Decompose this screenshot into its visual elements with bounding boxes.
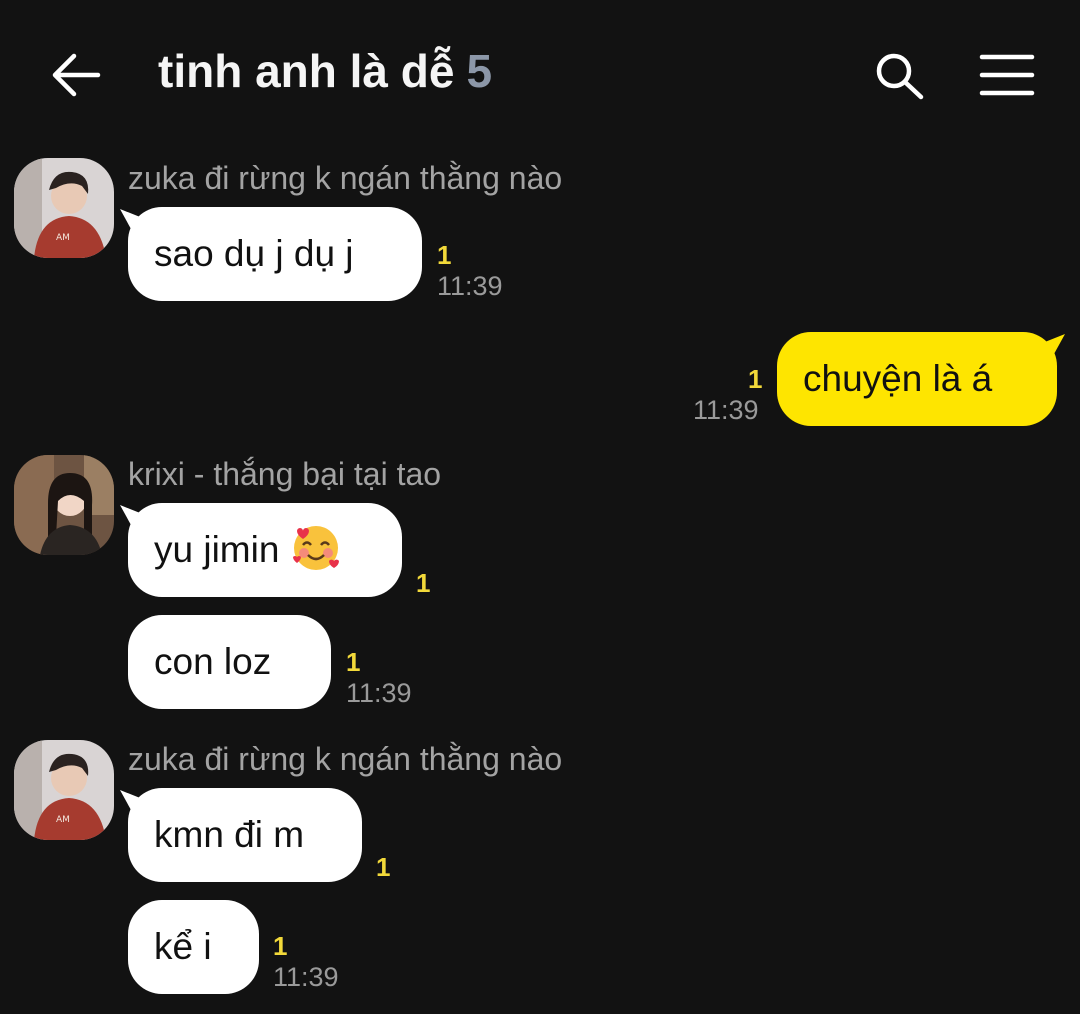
message-text: yu jimin xyxy=(154,529,280,570)
svg-text:AM: AM xyxy=(56,233,70,243)
message-text: kmn đi m xyxy=(154,814,305,855)
outgoing-message-bubble[interactable]: chuyện là á xyxy=(777,332,1057,426)
sender-name: krixi - thắng bại tại tao xyxy=(128,456,442,492)
message-bubble[interactable]: kể i xyxy=(128,900,259,994)
message-bubble[interactable]: con loz xyxy=(128,615,331,709)
chat-title: tinh anh là dễ 5 xyxy=(158,44,492,98)
message-text: sao dụ j dụ j xyxy=(154,233,354,274)
unread-count: 1 xyxy=(273,931,288,961)
sender-name: zuka đi rừng k ngán thằng nào xyxy=(128,160,563,196)
message-time: 11:39 xyxy=(437,271,503,301)
message-time: 11:39 xyxy=(273,962,339,992)
unread-count: 1 xyxy=(437,240,452,270)
message-bubble[interactable]: kmn đi m xyxy=(128,788,362,882)
message-time: 11:39 xyxy=(346,678,412,708)
unread-count: 1 xyxy=(748,364,763,394)
unread-count: 1 xyxy=(346,647,361,677)
message-time: 11:39 xyxy=(693,395,759,425)
sender-name: zuka đi rừng k ngán thằng nào xyxy=(128,741,563,777)
chat-header: tinh anh là dễ 5 xyxy=(0,0,1080,150)
message-text: chuyện là á xyxy=(803,358,993,399)
avatar-krixi[interactable] xyxy=(14,455,114,555)
message-text: con loz xyxy=(154,641,272,682)
avatar-zuka[interactable]: AM xyxy=(14,740,114,840)
search-icon[interactable] xyxy=(874,52,926,100)
arrow-left-icon[interactable] xyxy=(50,50,102,100)
chat-room-name: tinh anh là dễ xyxy=(158,45,455,97)
message-text: kể i xyxy=(154,926,212,967)
avatar-zuka[interactable]: AM xyxy=(14,158,114,258)
message-bubble[interactable]: sao dụ j dụ j xyxy=(128,207,422,301)
message-bubble[interactable]: yu jimin xyxy=(128,503,402,597)
svg-text:AM: AM xyxy=(56,815,70,825)
hamburger-menu-icon[interactable] xyxy=(978,52,1036,98)
smiling-face-with-hearts-icon xyxy=(293,526,340,571)
member-count: 5 xyxy=(466,45,493,97)
unread-count: 1 xyxy=(376,852,391,882)
unread-count: 1 xyxy=(416,568,431,598)
